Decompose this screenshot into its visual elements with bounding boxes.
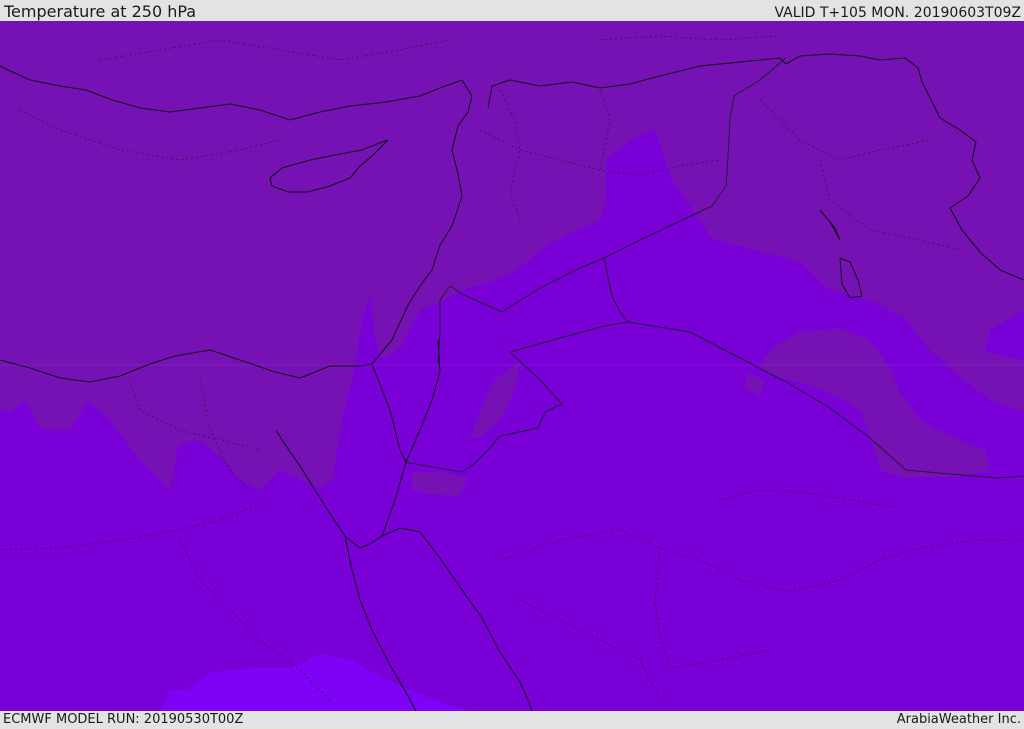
credit-label: ArabiaWeather Inc. <box>896 712 1021 727</box>
model-run-label: ECMWF MODEL RUN: 20190530T00Z <box>3 712 244 727</box>
temperature-map <box>0 21 1024 711</box>
map-title: Temperature at 250 hPa <box>4 2 197 21</box>
map-footer: ECMWF MODEL RUN: 20190530T00Z ArabiaWeat… <box>0 711 1024 729</box>
valid-time-label: VALID T+105 MON. 20190603T09Z <box>774 5 1021 21</box>
map-header: Temperature at 250 hPa VALID T+105 MON. … <box>0 0 1024 21</box>
